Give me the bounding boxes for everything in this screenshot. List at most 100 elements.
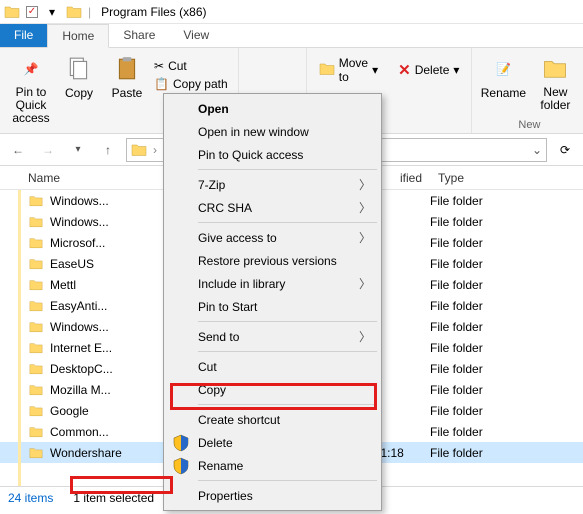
pin-quick-button[interactable]: 📌 Pin to Quick access [8,54,54,126]
folder-icon [28,278,44,292]
tab-file[interactable]: File [0,24,47,47]
copy-path-button[interactable]: 📋Copy path [152,76,230,92]
shield-icon [172,434,190,452]
new-folder-button[interactable]: New folder [532,54,578,112]
folder-icon [28,320,44,334]
file-type: File folder [430,320,583,334]
file-type: File folder [430,278,583,292]
file-name: DesktopC... [50,362,113,376]
menu-label: Properties [198,489,253,503]
file-type: File folder [430,404,583,418]
folder-icon [28,236,44,250]
menu-item-crc-sha[interactable]: CRC SHA 〉 [166,196,379,219]
chevron-right-icon: 〉 [359,176,371,193]
menu-item-give-access-to[interactable]: Give access to〉 [166,226,379,249]
chevron-right-icon: 〉 [359,199,371,216]
menu-label: Copy [198,383,226,397]
recent-dropdown[interactable]: ▾ [66,138,90,162]
folder-icon [28,299,44,313]
dropdown-icon[interactable]: ▾ [44,4,60,20]
cut-button[interactable]: ✂Cut [152,58,189,74]
shield-icon [172,457,190,475]
rename-button[interactable]: 📝 Rename [480,54,526,112]
menu-label: Give access to [198,231,277,245]
file-type: File folder [430,236,583,250]
forward-button[interactable]: → [36,138,60,162]
folder-icon [28,362,44,376]
file-name: Microsof... [50,236,105,250]
menu-item-7-zip[interactable]: 7-Zip 〉 [166,173,379,196]
x-icon: ✕ [398,61,411,79]
menu-item-create-shortcut[interactable]: Create shortcut [166,408,379,431]
chevron-down-icon[interactable]: ⌄ [532,143,542,157]
menu-label: Pin to Start [198,300,257,314]
move-icon [319,61,335,80]
paste-button[interactable]: Paste [104,54,150,126]
file-type: File folder [430,425,583,439]
menu-label: Open [198,102,229,116]
menu-item-delete[interactable]: Delete [166,431,379,454]
menu-label: Restore previous versions [198,254,337,268]
menu-item-pin-to-quick-access[interactable]: Pin to Quick access [166,143,379,166]
back-button[interactable]: ← [6,138,30,162]
checkbox-icon[interactable]: ✓ [26,6,38,18]
up-button[interactable]: ↑ [96,138,120,162]
folder-icon [28,341,44,355]
delete-ribbon-button[interactable]: ✕ Delete▾ [394,54,463,86]
file-type: File folder [430,362,583,376]
window-title: Program Files (x86) [97,5,206,19]
menu-item-restore-previous-versions[interactable]: Restore previous versions [166,249,379,272]
tab-home[interactable]: Home [47,24,109,48]
folder-icon [28,446,44,460]
menu-item-copy[interactable]: Copy [166,378,379,401]
chevron-right-icon: › [153,143,157,157]
title-bar: ✓ ▾ | Program Files (x86) [0,0,583,24]
menu-separator [198,321,377,322]
folder-icon [28,215,44,229]
menu-item-pin-to-start[interactable]: Pin to Start [166,295,379,318]
file-name: Windows... [50,194,109,208]
file-name: EaseUS [50,257,94,271]
file-name: Windows... [50,215,109,229]
file-name: Common... [50,425,109,439]
file-type: File folder [430,299,583,313]
menu-label: Open in new window [198,125,309,139]
tab-view[interactable]: View [169,24,223,47]
chevron-down-icon: ▾ [372,63,378,77]
path-icon: 📋 [154,77,169,91]
menu-item-open-in-new-window[interactable]: Open in new window [166,120,379,143]
menu-item-cut[interactable]: Cut [166,355,379,378]
column-type[interactable]: Type [430,171,583,185]
menu-item-open[interactable]: Open [166,97,379,120]
folder-icon [4,4,20,20]
menu-item-rename[interactable]: Rename [166,454,379,477]
file-name: Windows... [50,320,109,334]
context-menu: Open Open in new window Pin to Quick acces… [163,93,382,511]
folder-icon [131,142,147,158]
menu-separator [198,169,377,170]
file-type: File folder [430,383,583,397]
copy-button[interactable]: Copy [56,54,102,126]
menu-label: Delete [198,436,233,450]
file-name: Mozilla M... [50,383,111,397]
selection-count: 1 item selected [73,491,154,505]
copy-icon [64,54,94,84]
menu-separator [198,480,377,481]
new-group-label: New [518,119,540,131]
file-name: Google [50,404,89,418]
menu-separator [198,404,377,405]
file-name: Internet E... [50,341,112,355]
folder-icon [28,194,44,208]
refresh-button[interactable]: ⟳ [553,138,577,162]
move-to-button[interactable]: Move to▾ [315,54,382,86]
menu-item-include-in-library[interactable]: Include in library〉 [166,272,379,295]
menu-item-send-to[interactable]: Send to〉 [166,325,379,348]
tree-indent-bar [18,190,21,486]
chevron-down-icon: ▾ [453,63,459,77]
menu-label: 7-Zip [198,178,225,192]
menu-label: Cut [198,360,217,374]
menu-item-properties[interactable]: Properties [166,484,379,507]
menu-label: CRC SHA [198,201,252,215]
file-name: Mettl [50,278,76,292]
tab-share[interactable]: Share [109,24,169,47]
